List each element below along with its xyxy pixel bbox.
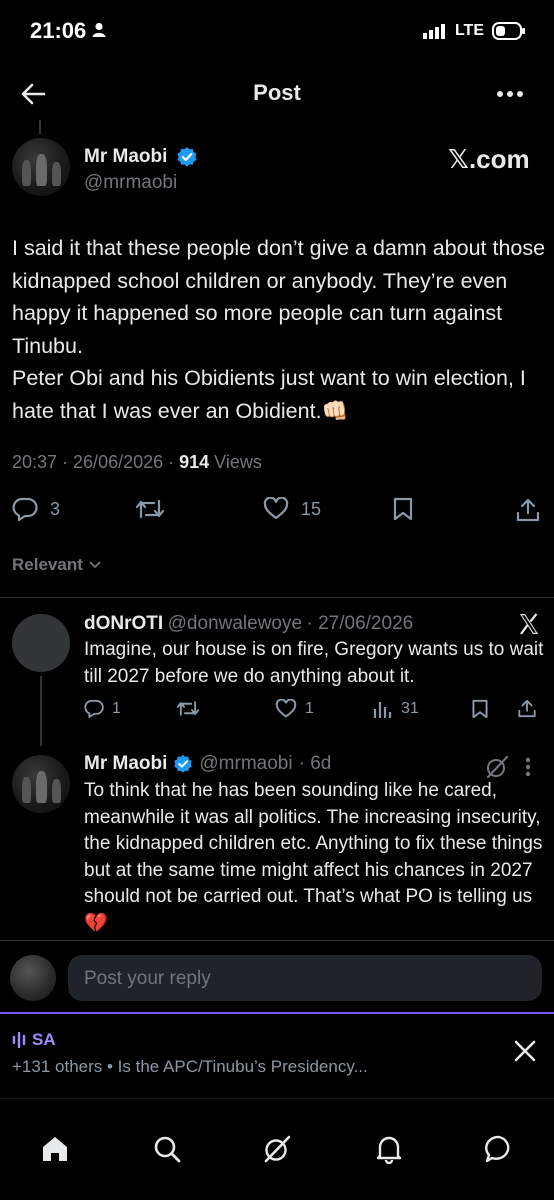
banner-title-text: SA <box>32 1030 56 1049</box>
reply-like-action[interactable]: 1 <box>275 699 314 719</box>
chevron-down-icon <box>89 561 101 569</box>
views-count: 914 <box>179 452 210 472</box>
more-button[interactable] <box>496 90 524 98</box>
author-name[interactable]: Mr Maobi <box>84 146 167 168</box>
reply-date: · 6d <box>298 753 332 774</box>
nav-notifications[interactable] <box>374 1134 404 1164</box>
status-indicators: LTE <box>422 22 526 40</box>
signal-icon <box>422 23 447 39</box>
divider <box>0 940 554 941</box>
reply-reply-action[interactable]: 1 <box>84 699 121 718</box>
reply-reply-count: 1 <box>112 699 121 717</box>
thread-line <box>39 120 41 134</box>
reply-icon <box>12 497 38 521</box>
reply-repost-action[interactable] <box>176 699 200 718</box>
views-label: Views <box>209 452 262 472</box>
more-dots-icon[interactable] <box>525 757 531 777</box>
author-handle[interactable]: @mrmaobi <box>84 172 177 194</box>
share-icon <box>515 497 541 523</box>
share-action[interactable] <box>515 497 541 523</box>
x-com-brand: 𝕏.com <box>448 144 530 174</box>
chat-bubble-icon <box>484 1134 514 1164</box>
bookmark-icon <box>471 699 489 719</box>
reply-text: Imagine, our house is on fire, Gregory w… <box>84 639 544 687</box>
post-text: I said it that these people don’t give a… <box>12 236 546 423</box>
more-dots-icon <box>496 90 524 98</box>
like-action[interactable]: 15 <box>263 497 321 521</box>
x-logo-icon <box>517 612 541 636</box>
bookmark-action[interactable] <box>392 497 414 521</box>
verified-badge-icon <box>173 754 193 774</box>
my-avatar[interactable] <box>10 955 56 1001</box>
reply-header: dONrOTI @donwalewoye · 27/06/2026 <box>84 613 413 635</box>
reply-action[interactable]: 3 <box>12 497 60 521</box>
like-count: 15 <box>301 498 322 519</box>
reply-date: · 27/06/2026 <box>306 613 414 634</box>
divider <box>0 1098 554 1099</box>
reply-handle[interactable]: @donwalewoye <box>168 613 302 634</box>
reply-handle[interactable]: @mrmaobi <box>199 753 292 775</box>
share-icon <box>517 698 537 719</box>
reply-text: To think that he has been sounding like … <box>84 780 543 934</box>
banner-accent-line <box>0 1012 554 1014</box>
grok-icon <box>262 1134 292 1164</box>
thread-line <box>40 676 42 746</box>
nav-messages[interactable] <box>484 1134 514 1164</box>
reply-icon <box>84 699 104 718</box>
search-icon <box>152 1134 182 1164</box>
verified-badge-icon <box>176 146 198 168</box>
audio-bars-icon <box>12 1032 26 1048</box>
reply-views-action[interactable]: 31 <box>373 699 419 719</box>
repost-icon <box>135 497 165 521</box>
reply-share-action[interactable] <box>517 698 537 719</box>
reply-avatar[interactable] <box>12 755 70 813</box>
repost-action[interactable] <box>135 497 165 521</box>
repost-icon <box>176 699 200 718</box>
reply-avatar[interactable] <box>12 614 70 672</box>
heart-icon <box>263 497 289 521</box>
bookmark-icon <box>392 497 414 521</box>
person-icon <box>92 22 106 38</box>
sort-dropdown[interactable]: Relevant <box>12 555 101 575</box>
post-timestamp: 20:37 · 26/06/2026 · <box>12 452 180 472</box>
page-title: Post <box>253 80 301 105</box>
sort-label: Relevant <box>12 555 83 574</box>
network-label: LTE <box>454 22 484 39</box>
home-icon <box>40 1134 70 1164</box>
post-meta: 20:37 · 26/06/2026 · 914 Views <box>12 452 262 473</box>
banner-text[interactable]: +131 others • Is the APC/Tinubu’s Presid… <box>12 1057 368 1077</box>
battery-icon <box>492 22 526 40</box>
grok-icon[interactable] <box>484 754 510 780</box>
divider <box>0 597 554 598</box>
reply-author[interactable]: dONrOTI <box>84 613 163 634</box>
reply-bookmark-action[interactable] <box>471 699 489 719</box>
views-chart-icon <box>373 699 393 719</box>
banner-title[interactable]: SA <box>12 1030 56 1050</box>
heart-icon <box>275 699 297 719</box>
reply-like-count: 1 <box>305 700 314 717</box>
reply-author[interactable]: Mr Maobi <box>84 753 167 775</box>
status-time: 21:06 <box>30 18 87 43</box>
nav-search[interactable] <box>152 1134 182 1164</box>
bell-icon <box>374 1134 404 1164</box>
reply-input[interactable]: Post your reply <box>68 955 542 1001</box>
reply-header: Mr Maobi @mrmaobi · 6d <box>84 753 331 775</box>
close-banner-button[interactable] <box>514 1040 536 1062</box>
nav-home[interactable] <box>40 1134 70 1164</box>
author-avatar[interactable] <box>12 138 70 196</box>
nav-grok[interactable] <box>262 1134 292 1164</box>
reply-views-count: 31 <box>401 700 419 717</box>
reply-count: 3 <box>50 498 61 519</box>
close-icon <box>514 1040 536 1062</box>
